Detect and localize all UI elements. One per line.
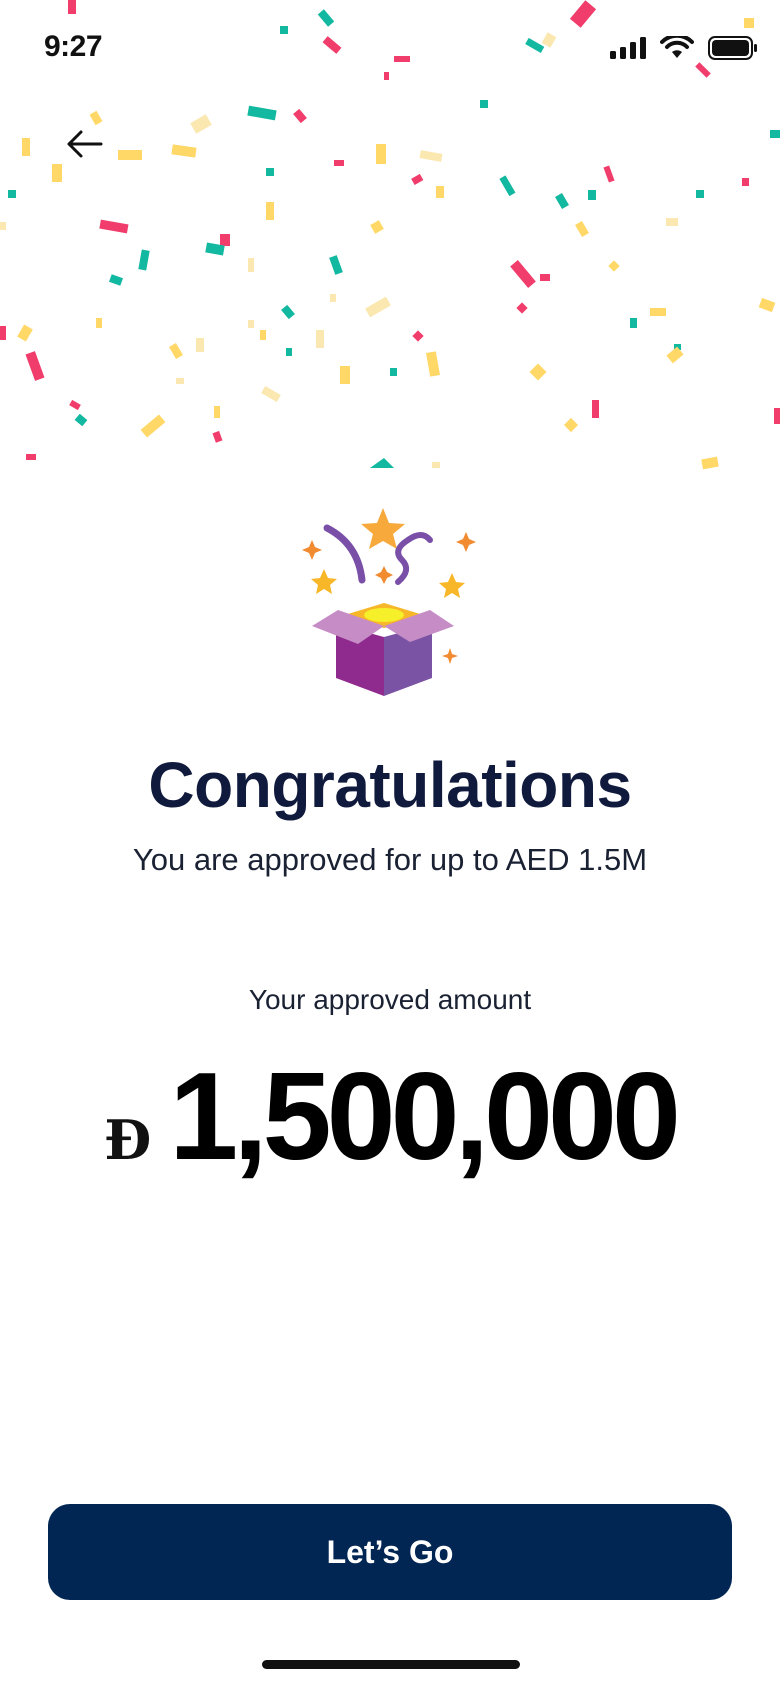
amount-value: 1,500,000 (169, 1048, 681, 1186)
gift-box-celebration-icon (302, 508, 476, 696)
page-title: Congratulations (148, 749, 632, 821)
lets-go-button[interactable]: Let’s Go (48, 1504, 732, 1600)
status-bar: 9:27 (0, 0, 780, 100)
status-icons (610, 36, 758, 60)
arrow-left-icon (67, 130, 103, 158)
approval-subtitle: You are approved for up to AED 1.5M (132, 842, 648, 877)
cellular-signal-icon (610, 37, 646, 59)
approved-amount: Đ 1,500,000 (0, 1055, 780, 1179)
battery-icon (708, 36, 757, 60)
home-indicator (262, 1660, 520, 1669)
currency-symbol: Đ (104, 1108, 152, 1172)
wifi-icon (660, 36, 694, 58)
back-button[interactable] (54, 114, 114, 174)
amount-label: Your approved amount (248, 984, 532, 1015)
status-time: 9:27 (44, 30, 103, 63)
